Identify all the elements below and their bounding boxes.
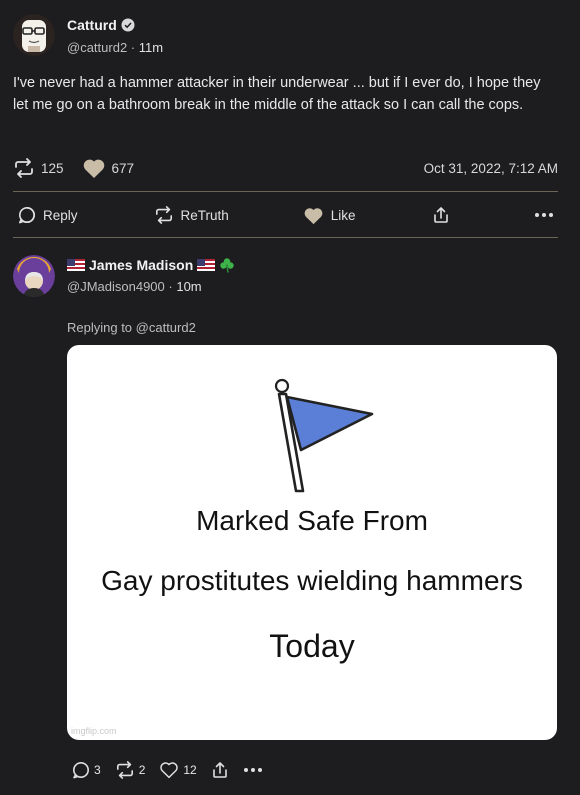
like-button[interactable]: Like	[303, 206, 356, 225]
author-handle[interactable]: @catturd2	[67, 40, 127, 55]
reply-image[interactable]: Marked Safe From Gay prostitutes wieldin…	[67, 345, 557, 740]
retruth-icon	[13, 158, 35, 178]
flag-icon	[274, 378, 374, 493]
reply-count-value: 3	[94, 763, 101, 777]
shamrock-icon	[219, 257, 235, 273]
reply-author-handle-line: @JMadison4900 · 10m	[67, 279, 202, 294]
reply-count-button[interactable]: 3	[72, 761, 101, 779]
separator-dot: ·	[130, 40, 139, 55]
more-icon	[534, 212, 554, 218]
share-icon	[432, 206, 450, 224]
author-name[interactable]: Catturd	[67, 17, 117, 33]
post-text: I've never had a hammer attacker in thei…	[13, 75, 541, 113]
reply-label: Reply	[43, 207, 78, 223]
retruth-button[interactable]: ReTruth	[154, 206, 229, 224]
us-flag-icon	[67, 259, 85, 271]
retruth-count-value: 125	[41, 160, 64, 176]
retruth-label: ReTruth	[180, 207, 229, 223]
reply-actions: 3 2 12	[72, 758, 263, 782]
more-options-button[interactable]	[243, 767, 263, 773]
divider-top	[13, 191, 558, 192]
imgflip-watermark: imgflip.com	[71, 726, 117, 736]
author-name-line: Catturd	[67, 17, 135, 33]
retruth-count-button[interactable]: 2	[115, 761, 146, 779]
like-count[interactable]: 677	[82, 157, 135, 179]
share-icon	[211, 761, 229, 779]
us-flag-icon	[197, 259, 216, 271]
post-stats: 125 677 Oct 31, 2022, 7:12 AM	[13, 155, 558, 181]
reply-author-handle[interactable]: @JMadison4900	[67, 279, 165, 294]
heart-icon	[303, 206, 324, 225]
replying-to[interactable]: Replying to @catturd2	[67, 320, 196, 335]
reply-author-name[interactable]: James Madison	[89, 257, 193, 273]
retruth-count[interactable]: 125	[13, 158, 64, 178]
meme-text-line-2: Gay prostitutes wielding hammers	[101, 565, 523, 596]
heart-outline-icon	[159, 761, 179, 779]
reply-icon	[18, 206, 36, 224]
like-count-button[interactable]: 12	[159, 761, 197, 779]
reply-author-name-line: James Madison	[67, 257, 235, 273]
like-count-value: 12	[183, 763, 197, 777]
post-actions: Reply ReTruth Like	[13, 200, 558, 230]
author-handle-line: @catturd2 · 11m	[67, 40, 163, 55]
share-button[interactable]	[211, 761, 229, 779]
post-date[interactable]: Oct 31, 2022, 7:12 AM	[424, 161, 558, 176]
reply-time: 10m	[176, 279, 202, 294]
divider-bottom	[13, 237, 558, 238]
more-options-button[interactable]	[534, 212, 554, 218]
retruth-icon	[154, 206, 174, 224]
verified-badge-icon	[121, 18, 135, 32]
retruth-count-value: 2	[138, 763, 146, 777]
post-time: 11m	[138, 40, 164, 55]
reply-icon	[72, 761, 90, 779]
more-icon	[243, 767, 263, 773]
like-label: Like	[330, 207, 356, 223]
like-count-value: 677	[111, 160, 135, 176]
heart-icon	[82, 157, 106, 179]
reply-author-avatar[interactable]	[13, 255, 55, 297]
author-avatar[interactable]	[13, 14, 55, 56]
meme-text-line-1: Marked Safe From	[196, 505, 428, 536]
share-button[interactable]	[432, 206, 450, 224]
retruth-icon	[115, 761, 135, 779]
reply-button[interactable]: Reply	[18, 206, 78, 224]
meme-text-line-3: Today	[269, 628, 355, 664]
